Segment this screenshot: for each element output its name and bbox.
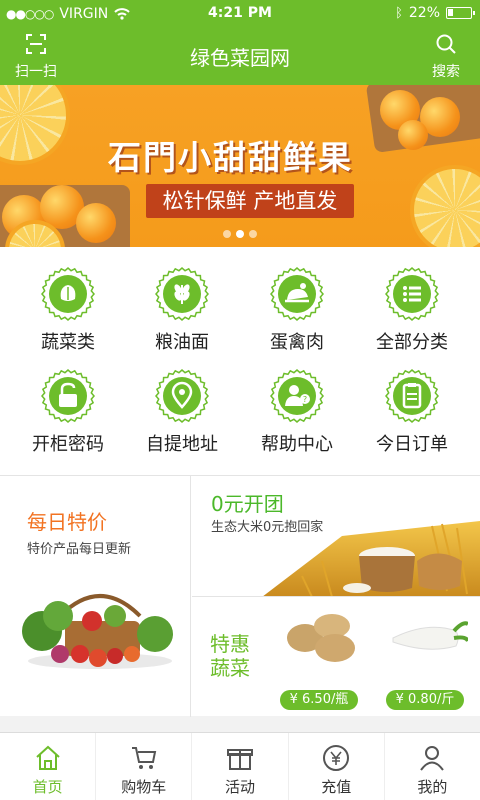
status-bar: ●●○○○ VIRGIN 4:21 PM ᛒ 22% bbox=[0, 0, 480, 28]
vegetable-icon bbox=[41, 267, 95, 321]
search-icon bbox=[436, 34, 456, 54]
map-pin-icon bbox=[155, 369, 209, 423]
grain-icon bbox=[155, 267, 209, 321]
promo-banner[interactable]: 石門小甜甜鲜果 松针保鲜 产地直发 bbox=[0, 85, 480, 247]
potato-image bbox=[287, 614, 355, 662]
poultry-icon bbox=[270, 267, 324, 321]
page-title: 绿色菜园网 bbox=[190, 46, 290, 70]
app-header: ●●○○○ VIRGIN 4:21 PM ᛒ 22% 扫一扫 绿色菜园网 搜索 bbox=[0, 0, 480, 85]
price-tag: ¥ 0.80/斤 bbox=[386, 690, 464, 710]
daily-deal-subtitle: 特价产品每日更新 bbox=[27, 542, 132, 557]
nav-label: 活动 bbox=[225, 778, 256, 796]
category-all[interactable]: 全部分类 bbox=[352, 267, 472, 354]
category-vegetables[interactable]: 蔬菜类 bbox=[8, 267, 128, 354]
rice-image bbox=[263, 521, 480, 596]
yuan-icon bbox=[323, 745, 350, 771]
radish-image bbox=[392, 621, 468, 650]
nav-label: 购物车 bbox=[121, 778, 167, 796]
daily-deal-title: 每日特价 bbox=[27, 510, 107, 534]
nav-recharge[interactable]: 充值 bbox=[289, 733, 385, 800]
nav-cart[interactable]: 购物车 bbox=[96, 733, 193, 800]
category-label: 蔬菜类 bbox=[41, 332, 95, 353]
category-label: 粮油面 bbox=[155, 332, 209, 353]
carousel-dot[interactable] bbox=[223, 230, 231, 238]
bluetooth-icon: ᛒ bbox=[395, 5, 403, 21]
battery-percent: 22% bbox=[408, 5, 440, 21]
svg-text:?: ? bbox=[303, 395, 307, 404]
carousel-dot-active[interactable] bbox=[236, 230, 244, 238]
clipboard-icon bbox=[385, 369, 439, 423]
category-grain-oil[interactable]: 粮油面 bbox=[122, 267, 242, 354]
category-label: 帮助中心 bbox=[261, 434, 333, 455]
veg-deal-card[interactable]: 特惠蔬菜 ¥ 6.50/瓶 ¥ 0.80/斤 bbox=[192, 598, 480, 717]
nav-profile[interactable]: 我的 bbox=[385, 733, 480, 800]
category-label: 蛋禽肉 bbox=[270, 332, 324, 353]
home-icon bbox=[35, 745, 60, 770]
carousel-dot[interactable] bbox=[249, 230, 257, 238]
group-buy-title: 0元开团 bbox=[211, 492, 284, 516]
promo-section: 每日特价 特价产品每日更新 0元开团 生态大米0元抱回家 特惠蔬菜 ¥ 6.50… bbox=[0, 475, 480, 717]
carousel-dots[interactable] bbox=[0, 230, 480, 238]
category-label: 全部分类 bbox=[376, 332, 448, 353]
gift-icon bbox=[227, 749, 253, 770]
category-locker-code[interactable]: 开柜密码 bbox=[8, 369, 128, 456]
category-label: 开柜密码 bbox=[32, 434, 104, 455]
daily-deal-card[interactable]: 每日特价 特价产品每日更新 bbox=[0, 476, 191, 717]
nav-label: 我的 bbox=[417, 778, 448, 796]
category-pickup-address[interactable]: 自提地址 bbox=[122, 369, 242, 456]
nav-home[interactable]: 首页 bbox=[0, 733, 97, 800]
user-icon bbox=[420, 746, 445, 771]
list-icon bbox=[385, 267, 439, 321]
cart-icon bbox=[131, 747, 157, 769]
vegetable-basket-image bbox=[22, 594, 173, 669]
search-button[interactable]: 搜索 bbox=[416, 33, 476, 81]
nav-label: 充值 bbox=[321, 778, 352, 796]
category-egg-meat[interactable]: 蛋禽肉 bbox=[237, 267, 357, 354]
category-help-center[interactable]: ? 帮助中心 bbox=[237, 369, 357, 456]
group-buy-card[interactable]: 0元开团 生态大米0元抱回家 bbox=[192, 476, 480, 597]
help-person-icon: ? bbox=[270, 369, 324, 423]
orange-image bbox=[398, 120, 428, 150]
category-label: 自提地址 bbox=[146, 434, 218, 455]
veg-deal-title: 特惠蔬菜 bbox=[210, 632, 250, 680]
bottom-nav: 首页 购物车 活动 充值 我的 bbox=[0, 732, 480, 800]
category-label: 今日订单 bbox=[376, 434, 448, 455]
orange-slice-image bbox=[0, 85, 70, 165]
unlock-icon bbox=[41, 369, 95, 423]
category-grid: 蔬菜类 粮油面 蛋禽肉 全部分类 开柜密码 自提地址 ? 帮助中心 今日订单 bbox=[0, 247, 480, 475]
category-today-orders[interactable]: 今日订单 bbox=[352, 369, 472, 456]
banner-tagline: 松针保鲜 产地直发 bbox=[146, 184, 354, 218]
search-label: 搜索 bbox=[432, 64, 460, 80]
nav-activity[interactable]: 活动 bbox=[192, 733, 289, 800]
battery-icon bbox=[446, 7, 475, 19]
price-tag: ¥ 6.50/瓶 bbox=[280, 690, 358, 710]
banner-title: 石門小甜甜鲜果 bbox=[108, 138, 353, 177]
nav-label: 首页 bbox=[32, 778, 63, 796]
